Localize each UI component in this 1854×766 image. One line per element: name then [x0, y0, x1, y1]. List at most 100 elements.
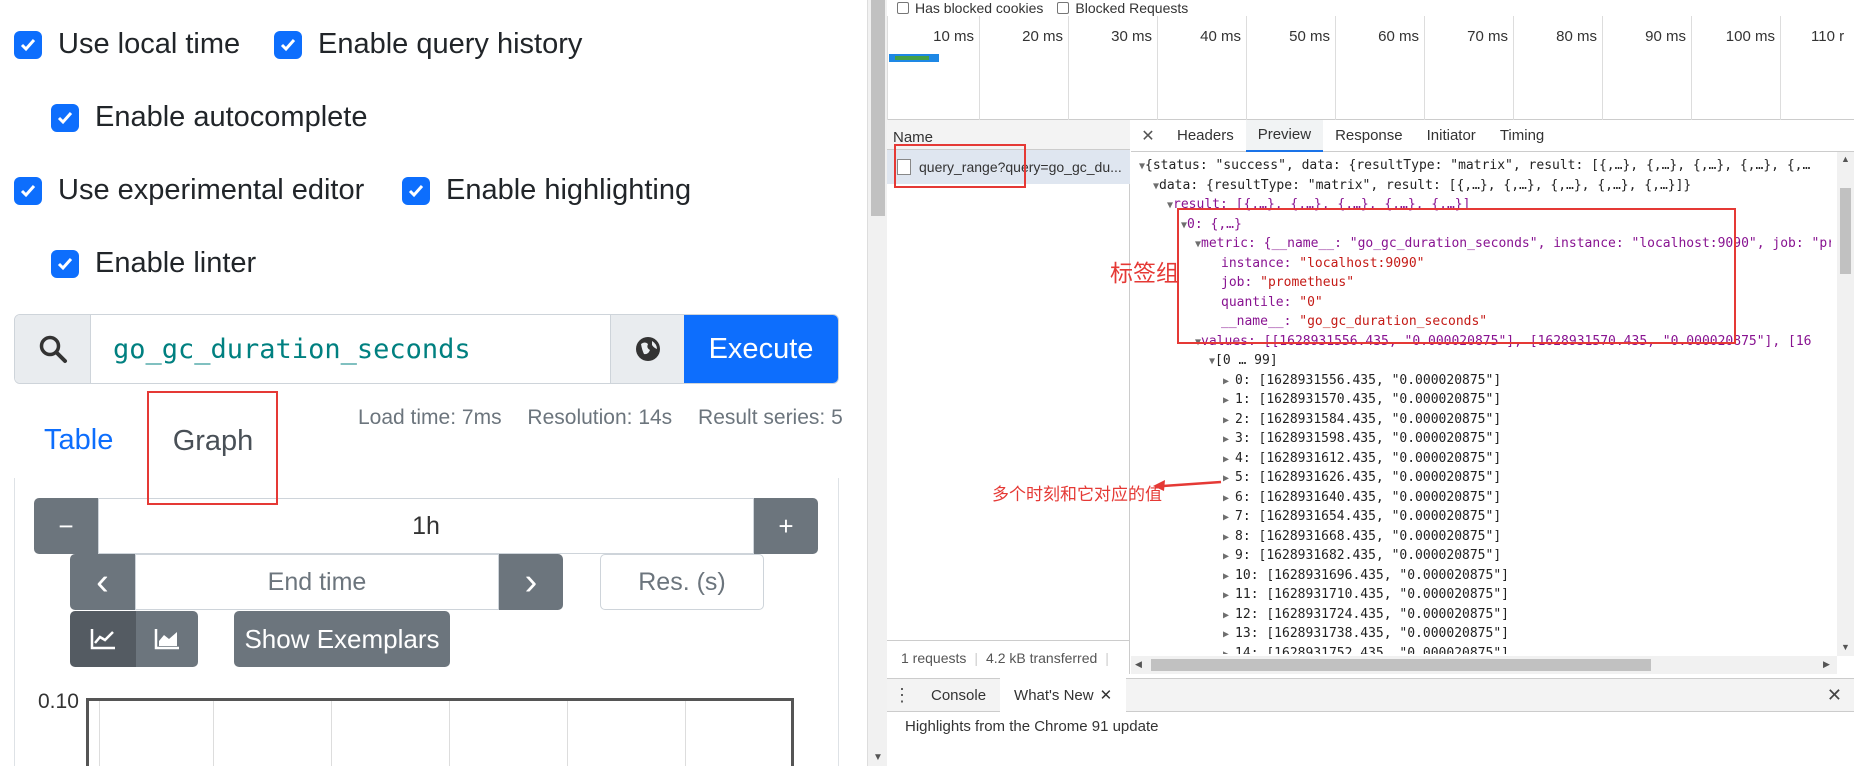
close-tab-icon[interactable]: ✕ — [1100, 686, 1113, 704]
name-column-header[interactable]: Name — [887, 120, 1130, 150]
whats-new-heading: Highlights from the Chrome 91 update — [905, 718, 1159, 735]
json-metric[interactable]: metric: {__name__: "go_gc_duration_secon… — [1201, 236, 1831, 251]
value-row[interactable]: ▶ 13: [1628931738.435, "0.000020875"] — [1223, 624, 1509, 645]
tab-response[interactable]: Response — [1323, 120, 1415, 152]
page-scrollbar[interactable]: ▼ — [867, 0, 887, 766]
show-exemplars-button[interactable]: Show Exemplars — [234, 611, 450, 667]
timeline-tick: 60 ms — [1378, 28, 1419, 45]
tab-timing[interactable]: Timing — [1488, 120, 1556, 152]
value-row[interactable]: ▶ 6: [1628931640.435, "0.000020875"] — [1223, 488, 1501, 509]
enable-highlighting-checkbox[interactable]: Enable highlighting — [402, 174, 691, 207]
collapsed-triangle-icon[interactable]: ▶ — [1223, 434, 1235, 445]
request-count: 1 requests — [901, 649, 967, 666]
collapsed-triangle-icon[interactable]: ▶ — [1223, 649, 1235, 655]
search-icon — [15, 315, 91, 383]
metrics-explorer-globe-icon[interactable] — [610, 315, 684, 383]
collapsed-triangle-icon[interactable]: ▶ — [1223, 629, 1235, 640]
scrollbar-thumb[interactable] — [1840, 188, 1851, 274]
stacked-chart-button[interactable] — [136, 611, 198, 667]
scroll-down-arrow-icon[interactable]: ▼ — [1841, 642, 1850, 652]
collapsed-triangle-icon[interactable]: ▶ — [1223, 610, 1235, 621]
json-result[interactable]: result: [{,…}, {,…}, {,…}, {,…}, {,…}] — [1173, 197, 1470, 212]
collapsed-triangle-icon[interactable]: ▶ — [1223, 571, 1235, 582]
scroll-down-arrow-icon[interactable]: ▼ — [873, 752, 883, 763]
request-row[interactable]: query_range?query=go_gc_du... — [887, 150, 1130, 184]
tab-preview[interactable]: Preview — [1245, 119, 1324, 152]
collapsed-triangle-icon[interactable]: ▶ — [1223, 532, 1235, 543]
value-row[interactable]: ▶ 7: [1628931654.435, "0.000020875"] — [1223, 507, 1501, 528]
drawer-tabs: ⋮ Console What's New ✕ ✕ — [887, 678, 1854, 712]
value-row[interactable]: ▶ 1: [1628931570.435, "0.000020875"] — [1223, 390, 1501, 411]
document-icon — [897, 159, 911, 175]
collapsed-triangle-icon[interactable]: ▶ — [1223, 551, 1235, 562]
annotation-arrow-icon — [1153, 480, 1222, 491]
collapsed-triangle-icon[interactable]: ▶ — [1223, 376, 1235, 387]
scroll-up-arrow-icon[interactable]: ▲ — [1841, 154, 1850, 164]
expression-input[interactable]: go_gc_duration_seconds — [91, 315, 610, 383]
collapsed-triangle-icon[interactable]: ▶ — [1223, 590, 1235, 601]
close-icon[interactable]: ✕ — [1131, 126, 1165, 146]
resolution-input[interactable]: Res. (s) — [600, 554, 764, 610]
decrease-range-button[interactable]: − — [34, 498, 98, 554]
next-end-time-button[interactable]: › — [499, 554, 563, 610]
value-row[interactable]: ▶ 0: [1628931556.435, "0.000020875"] — [1223, 371, 1501, 392]
scrollbar-thumb[interactable] — [871, 0, 885, 216]
json-values[interactable]: values: [[1628931556.435, "0.000020875"]… — [1201, 334, 1811, 349]
timeline-tick: 110 r — [1811, 28, 1845, 45]
tab-headers[interactable]: Headers — [1165, 120, 1246, 152]
has-blocked-cookies-checkbox[interactable]: Has blocked cookies — [897, 0, 1043, 16]
enable-linter-checkbox[interactable]: Enable linter — [51, 247, 256, 280]
collapsed-triangle-icon[interactable]: ▶ — [1223, 512, 1235, 523]
tab-graph[interactable]: Graph — [148, 392, 278, 484]
devtools-panel: Has blocked cookies Blocked Requests 10 … — [887, 0, 1854, 766]
tab-whats-new[interactable]: What's New ✕ — [1000, 678, 1127, 712]
use-experimental-editor-checkbox[interactable]: Use experimental editor — [14, 174, 364, 207]
increase-range-button[interactable]: + — [754, 498, 818, 554]
value-row[interactable]: ▶ 2: [1628931584.435, "0.000020875"] — [1223, 410, 1501, 431]
checkmark-icon — [51, 103, 79, 132]
scroll-left-arrow-icon[interactable]: ◀ — [1135, 659, 1142, 670]
checkbox-label: Enable autocomplete — [95, 101, 368, 133]
json-root[interactable]: {status: "success", data: {resultType: "… — [1145, 158, 1810, 173]
value-row[interactable]: ▶ 11: [1628931710.435, "0.000020875"] — [1223, 585, 1509, 606]
scroll-right-arrow-icon[interactable]: ▶ — [1823, 659, 1830, 670]
json-data[interactable]: data: {resultType: "matrix", result: [{,… — [1159, 178, 1691, 193]
collapsed-triangle-icon[interactable]: ▶ — [1223, 473, 1235, 484]
value-row[interactable]: ▶ 9: [1628931682.435, "0.000020875"] — [1223, 546, 1501, 567]
value-entry: 8: [1628931668.435, "0.000020875"] — [1235, 528, 1502, 544]
json-job-value: "prometheus" — [1260, 275, 1355, 290]
value-row[interactable]: ▶ 10: [1628931696.435, "0.000020875"] — [1223, 566, 1509, 587]
enable-autocomplete-checkbox[interactable]: Enable autocomplete — [51, 101, 367, 134]
use-local-time-checkbox[interactable]: Use local time — [14, 28, 240, 61]
collapsed-triangle-icon[interactable]: ▶ — [1223, 454, 1235, 465]
tab-initiator[interactable]: Initiator — [1415, 120, 1488, 152]
enable-query-history-checkbox[interactable]: Enable query history — [274, 28, 582, 61]
collapsed-triangle-icon[interactable]: ▶ — [1223, 493, 1235, 504]
blocked-requests-checkbox[interactable]: Blocked Requests — [1057, 0, 1188, 16]
area-chart-icon — [154, 629, 179, 650]
execute-button[interactable]: Execute — [684, 315, 838, 383]
previous-end-time-button[interactable]: ‹ — [70, 554, 135, 610]
value-row[interactable]: ▶ 3: [1628931598.435, "0.000020875"] — [1223, 429, 1501, 450]
value-row[interactable]: ▶ 5: [1628931626.435, "0.000020875"] — [1223, 468, 1501, 489]
value-row[interactable]: ▶ 4: [1628931612.435, "0.000020875"] — [1223, 449, 1501, 470]
scrollbar-thumb[interactable] — [1151, 659, 1651, 671]
value-entry: 0: [1628931556.435, "0.000020875"] — [1235, 372, 1502, 388]
preview-horizontal-scrollbar[interactable]: ◀ ▶ — [1131, 656, 1837, 674]
tab-table[interactable]: Table — [44, 424, 113, 457]
tab-console[interactable]: Console — [917, 678, 1000, 712]
close-drawer-icon[interactable]: ✕ — [1827, 685, 1842, 706]
json-result-0[interactable]: 0: {,…} — [1187, 217, 1242, 232]
line-chart-button[interactable] — [70, 611, 136, 667]
range-input[interactable]: 1h — [98, 498, 754, 554]
value-row[interactable]: ▶ 12: [1628931724.435, "0.000020875"] — [1223, 605, 1509, 626]
collapsed-triangle-icon[interactable]: ▶ — [1223, 395, 1235, 406]
value-row[interactable]: ▶ 8: [1628931668.435, "0.000020875"] — [1223, 527, 1501, 548]
end-time-input[interactable]: End time — [135, 554, 499, 610]
preview-vertical-scrollbar[interactable]: ▲ ▼ — [1837, 152, 1854, 656]
timeline-tick: 40 ms — [1200, 28, 1241, 45]
collapsed-triangle-icon[interactable]: ▶ — [1223, 415, 1235, 426]
more-options-icon[interactable]: ⋮ — [887, 685, 917, 706]
value-row[interactable]: ▶ 14: [1628931752.435, "0.000020875"] — [1223, 644, 1509, 655]
json-values-range[interactable]: [0 … 99] — [1215, 353, 1278, 368]
